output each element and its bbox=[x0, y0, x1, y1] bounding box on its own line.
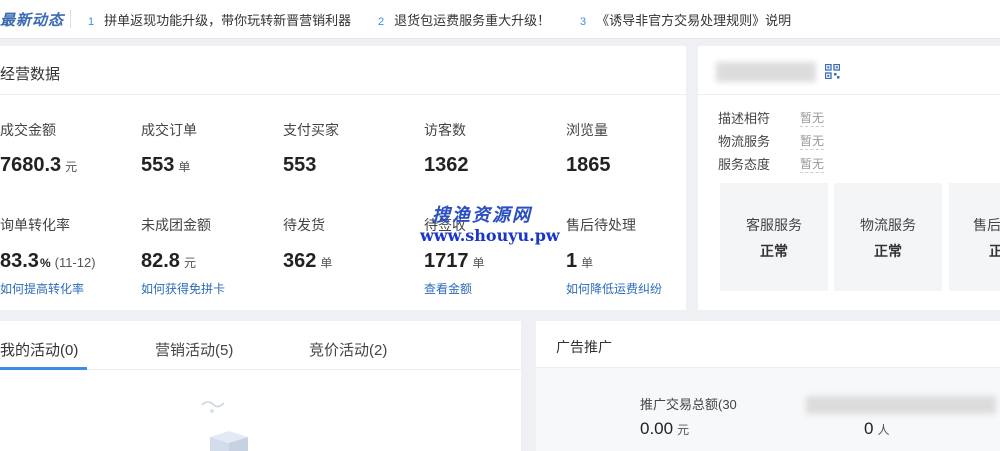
metric-value-unfilled-amount: 82.8 元 bbox=[141, 250, 196, 272]
service-card-status: 正常 bbox=[874, 243, 902, 259]
free-card-link[interactable]: 如何获得免拼卡 bbox=[141, 280, 225, 297]
reduce-dispute-link[interactable]: 如何降低运费纠纷 bbox=[566, 280, 662, 297]
metric-value-to-ship: 362 单 bbox=[283, 250, 333, 272]
empty-state-illustration bbox=[201, 401, 225, 413]
panel-header: 经营数据 bbox=[0, 46, 686, 95]
active-tab-indicator bbox=[0, 367, 87, 370]
metric-label-pageviews: 浏览量 bbox=[566, 122, 608, 138]
service-card-status: 正 bbox=[989, 243, 1000, 259]
metric-value-gmv: 7680.3 元 bbox=[0, 154, 78, 176]
watermark-url: www.shouyu.pw bbox=[420, 226, 560, 245]
news-item-number: 1 bbox=[88, 16, 95, 28]
service-card-name: 客服服务 bbox=[746, 217, 802, 233]
metric-label-to-ship: 待发货 bbox=[283, 217, 325, 233]
metric-value-conversion: 83.3% (11-12) bbox=[0, 250, 96, 272]
metric-label-unfilled-amount: 未成团金额 bbox=[141, 217, 211, 233]
news-item-text: 《诱导非官方交易处理规则》说明 bbox=[596, 13, 792, 28]
metric-label-visitors: 访客数 bbox=[424, 122, 466, 138]
business-data-title: 经营数据 bbox=[0, 66, 61, 83]
improve-conversion-link[interactable]: 如何提高转化率 bbox=[0, 280, 84, 297]
rating-label-description: 描述相符 bbox=[718, 111, 771, 126]
metric-label-gmv: 成交金额 bbox=[0, 122, 56, 138]
metric-label-buyers: 支付买家 bbox=[283, 122, 339, 138]
metric-value-to-receive: 1717 单 bbox=[424, 250, 485, 272]
rating-value-description: 暂无 bbox=[800, 111, 825, 127]
metric-value-pageviews: 1865 bbox=[566, 154, 611, 176]
news-item-text: 拼单返现功能升级，带你玩转新晋营销利器 bbox=[104, 13, 352, 28]
rating-label-logistics: 物流服务 bbox=[718, 134, 771, 149]
tab-bidding-activities[interactable]: 竞价活动(2) bbox=[309, 339, 387, 360]
ads-panel: 广告推广 推广交易总额(30 0.00 元 0人 bbox=[536, 321, 1000, 451]
divider bbox=[698, 94, 1000, 95]
service-card-customer[interactable]: 客服服务 正常 bbox=[720, 183, 828, 291]
metric-value-after-sale: 1单 bbox=[566, 250, 594, 272]
service-card-name: 售后 bbox=[973, 217, 1000, 233]
service-card-name: 物流服务 bbox=[860, 217, 916, 233]
ads-people-value: 0人 bbox=[864, 419, 890, 438]
watermark-text: 搜渔资源网 bbox=[432, 205, 532, 226]
service-card-status: 正常 bbox=[760, 243, 788, 259]
metric-value-buyers: 553 bbox=[283, 154, 317, 176]
tab-marketing-activities[interactable]: 营销活动(5) bbox=[155, 339, 233, 360]
rating-value-logistics: 暂无 bbox=[800, 134, 825, 150]
rating-value-service: 暂无 bbox=[800, 157, 825, 173]
view-amount-link[interactable]: 查看金额 bbox=[424, 280, 472, 297]
news-bar: 最新动态 1 拼单返现功能升级，带你玩转新晋营销利器 2 退货包运费服务重大升级！ … bbox=[0, 0, 1000, 39]
ads-total-value: 0.00 元 bbox=[640, 419, 690, 438]
divider bbox=[70, 10, 71, 28]
tab-my-activities[interactable]: 我的活动(0) bbox=[0, 339, 78, 360]
metric-value-visitors: 1362 bbox=[424, 154, 469, 176]
news-item-3[interactable]: 3 《诱导非官方交易处理规则》说明 bbox=[580, 10, 791, 29]
empty-box-icon bbox=[210, 431, 248, 451]
news-item-1[interactable]: 1 拼单返现功能升级，带你玩转新晋营销利器 bbox=[88, 10, 351, 29]
service-card-after-sale[interactable]: 售后 正 bbox=[949, 183, 1000, 291]
qrcode-icon[interactable] bbox=[825, 64, 840, 79]
ads-title: 广告推广 bbox=[556, 339, 612, 355]
business-data-panel: 经营数据 成交金额 7680.3 元 成交订单 553 单 支付买家 553 访客数… bbox=[0, 46, 686, 310]
store-name-blurred bbox=[716, 62, 816, 82]
news-item-text: 退货包运费服务重大升级！ bbox=[394, 13, 551, 28]
metric-label-conversion: 询单转化率 bbox=[0, 217, 70, 233]
news-item-number: 3 bbox=[580, 16, 587, 28]
news-item-2[interactable]: 2 退货包运费服务重大升级！ bbox=[378, 10, 550, 29]
metric-label-after-sale: 售后待处理 bbox=[566, 217, 636, 233]
service-card-logistics[interactable]: 物流服务 正常 bbox=[834, 183, 942, 291]
news-item-number: 2 bbox=[378, 16, 385, 28]
ads-total-label: 推广交易总额(30 bbox=[640, 397, 737, 412]
ads-label-blurred bbox=[806, 396, 996, 414]
rating-label-service: 服务态度 bbox=[718, 157, 771, 172]
metric-value-orders: 553 单 bbox=[141, 154, 191, 176]
news-title: 最新动态 bbox=[0, 12, 65, 29]
metric-label-orders: 成交订单 bbox=[141, 122, 197, 138]
